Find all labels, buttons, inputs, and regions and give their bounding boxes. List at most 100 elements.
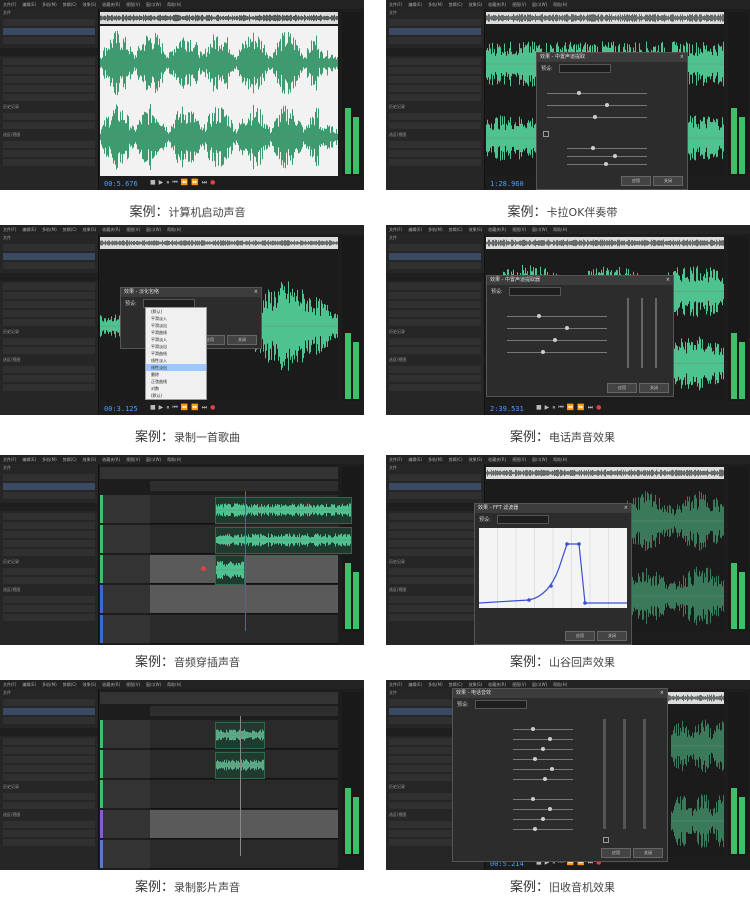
waveform-channel-right[interactable] bbox=[616, 561, 724, 631]
overview-bar[interactable] bbox=[100, 692, 338, 704]
parameter-slider[interactable] bbox=[567, 156, 647, 157]
parameter-slider[interactable] bbox=[507, 340, 607, 341]
waveform-channel-left[interactable] bbox=[671, 711, 724, 781]
slider-knob[interactable] bbox=[531, 797, 535, 801]
parameter-slider[interactable] bbox=[507, 328, 607, 329]
history-item[interactable] bbox=[389, 347, 481, 354]
overview-bar[interactable] bbox=[100, 467, 338, 479]
menu-item[interactable]: 剪辑(C) bbox=[449, 2, 463, 7]
file-list-item[interactable] bbox=[3, 253, 95, 260]
track-lane[interactable] bbox=[150, 810, 338, 839]
waveform-channel-right[interactable] bbox=[671, 786, 724, 856]
menu-item[interactable]: 剪辑(C) bbox=[63, 682, 77, 687]
parameter-slider[interactable] bbox=[513, 729, 573, 730]
menu-item[interactable]: 多轨(M) bbox=[428, 2, 443, 7]
parameter-slider[interactable] bbox=[547, 105, 647, 106]
slider-knob[interactable] bbox=[550, 767, 555, 771]
close-button[interactable]: 关闭 bbox=[227, 335, 257, 345]
file-list-item[interactable] bbox=[3, 37, 95, 44]
selection-field[interactable] bbox=[3, 821, 95, 828]
effects-rack-slot[interactable] bbox=[3, 513, 95, 520]
selection-field[interactable] bbox=[3, 384, 95, 391]
file-list-item[interactable] bbox=[3, 262, 95, 269]
menu-item[interactable]: 窗口(W) bbox=[146, 227, 161, 232]
close-icon[interactable]: × bbox=[680, 53, 684, 62]
menu-item[interactable]: 视图(V) bbox=[126, 457, 140, 462]
slider-knob[interactable] bbox=[540, 817, 545, 821]
audio-clip[interactable] bbox=[215, 555, 245, 585]
menu-item[interactable]: 视图(V) bbox=[512, 457, 526, 462]
menu-item[interactable]: 效果(S) bbox=[83, 682, 97, 687]
slider-knob[interactable] bbox=[577, 91, 581, 95]
slider-knob[interactable] bbox=[613, 154, 618, 158]
parameter-slider[interactable] bbox=[513, 759, 573, 760]
menu-item[interactable]: 视图(V) bbox=[126, 682, 140, 687]
menu-item[interactable]: 剪辑(C) bbox=[63, 227, 77, 232]
playhead[interactable] bbox=[245, 491, 246, 631]
close-button[interactable]: 关闭 bbox=[597, 631, 627, 641]
menu-item[interactable]: 文件(F) bbox=[389, 682, 402, 687]
checkbox[interactable] bbox=[603, 837, 609, 843]
file-list-item[interactable] bbox=[389, 474, 481, 481]
menu-item[interactable]: 效果(S) bbox=[83, 457, 97, 462]
menu-item[interactable]: 文件(F) bbox=[389, 457, 402, 462]
fade-preset-menu-item[interactable]: (默认) bbox=[146, 392, 206, 399]
menu-item[interactable]: 窗口(W) bbox=[532, 227, 547, 232]
menu-item[interactable]: 帮助(H) bbox=[553, 682, 567, 687]
selection-field[interactable] bbox=[3, 141, 95, 148]
file-list-item[interactable] bbox=[3, 708, 95, 715]
effects-rack-slot[interactable] bbox=[3, 774, 95, 781]
effects-rack-slot[interactable] bbox=[3, 301, 95, 308]
effects-rack-slot[interactable] bbox=[389, 540, 481, 547]
effects-rack-slot[interactable] bbox=[389, 522, 481, 529]
menu-item[interactable]: 编辑(E) bbox=[408, 2, 422, 7]
effects-rack-slot[interactable] bbox=[389, 85, 481, 92]
fade-preset-menu-item[interactable]: (默认) bbox=[146, 308, 206, 315]
selection-field[interactable] bbox=[389, 141, 481, 148]
menu-item[interactable]: 多轨(M) bbox=[42, 227, 57, 232]
effects-rack-slot[interactable] bbox=[3, 747, 95, 754]
selection-field[interactable] bbox=[3, 366, 95, 373]
menu-item[interactable]: 多轨(M) bbox=[42, 457, 57, 462]
parameter-slider[interactable] bbox=[567, 148, 647, 149]
waveform-channel-left[interactable] bbox=[616, 486, 724, 556]
fade-preset-menu-item[interactable]: 线性淡入 bbox=[146, 357, 206, 364]
menu-item[interactable]: 效果(S) bbox=[83, 227, 97, 232]
waveform-channel-left[interactable] bbox=[100, 28, 338, 98]
slider-knob[interactable] bbox=[540, 747, 545, 751]
menu-item[interactable]: 文件(F) bbox=[3, 2, 16, 7]
menu-item[interactable]: 帮助(H) bbox=[553, 457, 567, 462]
history-item[interactable] bbox=[389, 568, 481, 575]
menu-item[interactable]: 收藏夹(R) bbox=[488, 457, 506, 462]
close-button[interactable]: 关闭 bbox=[653, 176, 683, 186]
effects-rack-slot[interactable] bbox=[3, 540, 95, 547]
overview-waveform[interactable] bbox=[100, 12, 338, 24]
vertical-fader[interactable] bbox=[623, 719, 626, 829]
slider-knob[interactable] bbox=[537, 314, 541, 318]
vertical-fader[interactable] bbox=[643, 719, 646, 829]
preset-dropdown[interactable] bbox=[497, 515, 549, 524]
parameter-slider[interactable] bbox=[547, 93, 647, 94]
effects-rack-slot[interactable] bbox=[3, 76, 95, 83]
record-icon[interactable]: ● bbox=[210, 404, 218, 411]
fade-preset-menu-item[interactable]: 平滑曲线 bbox=[146, 329, 206, 336]
menu-item[interactable]: 效果(S) bbox=[469, 2, 483, 7]
transport-icon[interactable]: ⏩ bbox=[577, 404, 587, 411]
stereo-extract-dialog[interactable]: 效果 - 中置声道提取 × 预设: 应用 关闭 bbox=[536, 52, 688, 190]
vertical-fader[interactable] bbox=[641, 298, 643, 368]
menu-item[interactable]: 视图(V) bbox=[512, 227, 526, 232]
menu-item[interactable]: 帮助(H) bbox=[167, 682, 181, 687]
effects-rack-slot[interactable] bbox=[3, 85, 95, 92]
track-header[interactable] bbox=[100, 555, 153, 583]
clip-waveform[interactable] bbox=[216, 558, 244, 582]
slider-knob[interactable] bbox=[565, 326, 569, 330]
overview-waveform[interactable] bbox=[486, 237, 724, 249]
parameter-slider[interactable] bbox=[507, 316, 607, 317]
effects-rack-slot[interactable] bbox=[389, 76, 481, 83]
selection-field[interactable] bbox=[389, 605, 481, 612]
curve-control-point[interactable] bbox=[565, 542, 569, 546]
effects-rack-slot[interactable] bbox=[3, 94, 95, 101]
effects-rack-slot[interactable] bbox=[389, 67, 481, 74]
menu-item[interactable]: 剪辑(C) bbox=[449, 682, 463, 687]
transport-icon[interactable]: ⏭ bbox=[202, 179, 210, 186]
